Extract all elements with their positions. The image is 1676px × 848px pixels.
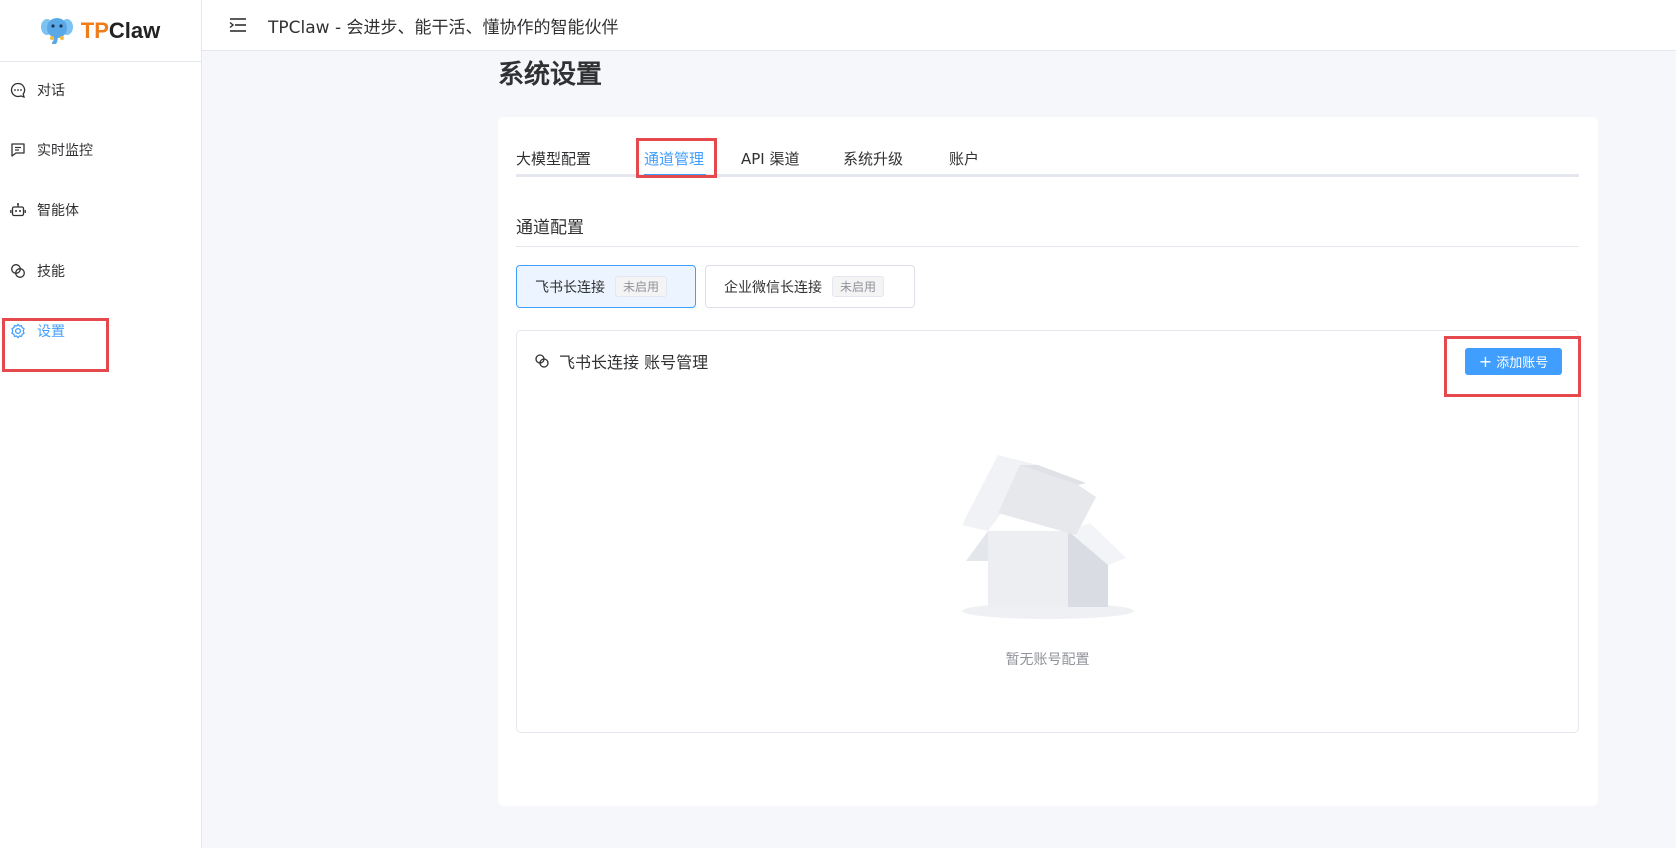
- settings-card: 大模型配置 通道管理 API 渠道 系统升级 账户 通道配置 飞书长连接 未启用…: [498, 117, 1598, 806]
- sidebar-item-label: 对话: [37, 83, 65, 99]
- sidebar: TPClaw 对话 实时监控 智能体 技能 设置: [0, 0, 202, 848]
- tab-channel-management[interactable]: 通道管理: [644, 141, 704, 177]
- top-header: TPClaw - 会进步、能干活、懂协作的智能伙伴: [202, 0, 1676, 51]
- logo[interactable]: TPClaw: [0, 0, 201, 62]
- section-title: 通道配置: [516, 218, 584, 238]
- tab-account[interactable]: 账户: [949, 141, 979, 177]
- sidebar-item-monitor[interactable]: 实时监控: [0, 125, 202, 175]
- empty-box-illustration: [958, 443, 1138, 623]
- section-divider: [516, 246, 1579, 247]
- gear-icon: [9, 322, 27, 340]
- sidebar-item-settings[interactable]: 设置: [0, 306, 202, 356]
- channel-label: 企业微信长连接: [724, 279, 822, 296]
- sidebar-item-agent[interactable]: 智能体: [0, 185, 202, 235]
- robot-icon: [9, 201, 27, 219]
- plus-icon: +: [1478, 351, 1493, 371]
- tab-model-config[interactable]: 大模型配置: [516, 141, 591, 177]
- sidebar-item-skill[interactable]: 技能: [0, 246, 202, 296]
- sidebar-item-label: 技能: [37, 264, 65, 280]
- channel-label: 飞书长连接: [535, 279, 605, 296]
- logo-text: TPClaw: [80, 17, 161, 43]
- settings-tabs: 大模型配置 通道管理 API 渠道 系统升级 账户: [516, 141, 1579, 177]
- channel-feishu[interactable]: 飞书长连接 未启用: [516, 265, 696, 308]
- menu-collapse-icon[interactable]: [228, 15, 248, 35]
- link-icon: [533, 352, 551, 370]
- account-management-panel: 飞书长连接 账号管理 + 添加账号 暂无账号配置: [516, 330, 1579, 733]
- sidebar-item-chat[interactable]: 对话: [0, 65, 202, 115]
- monitor-icon: [9, 141, 27, 159]
- channel-wecom[interactable]: 企业微信长连接 未启用: [705, 265, 915, 308]
- panel-title: 飞书长连接 账号管理: [559, 353, 709, 372]
- page-title: 系统设置: [498, 60, 603, 90]
- sidebar-item-label: 智能体: [37, 203, 79, 219]
- header-title: TPClaw - 会进步、能干活、懂协作的智能伙伴: [268, 17, 619, 38]
- sidebar-item-label: 设置: [37, 324, 65, 340]
- chat-icon: [9, 81, 27, 99]
- status-badge: 未启用: [832, 276, 885, 297]
- status-badge: 未启用: [615, 276, 668, 297]
- tab-system-upgrade[interactable]: 系统升级: [843, 141, 903, 177]
- elephant-logo-icon: [40, 14, 73, 48]
- empty-state-text: 暂无账号配置: [1005, 652, 1090, 668]
- active-tab-indicator: [644, 174, 706, 177]
- tab-api-channel[interactable]: API 渠道: [741, 141, 800, 177]
- sidebar-item-label: 实时监控: [37, 143, 93, 159]
- skill-icon: [9, 262, 27, 280]
- panel-header: 飞书长连接 账号管理: [533, 349, 708, 373]
- add-account-button[interactable]: + 添加账号: [1465, 348, 1562, 375]
